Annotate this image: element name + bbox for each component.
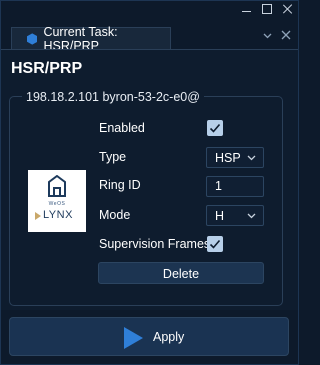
checkmark-icon (209, 239, 221, 249)
supervision-frames-label: Supervision Frames (99, 237, 211, 251)
checkmark-icon (209, 123, 221, 133)
close-window-icon[interactable] (283, 4, 293, 14)
logo-lynx-text: LYNX (43, 209, 73, 221)
play-icon (124, 327, 143, 349)
weos-lynx-logo: WeOS LYNX (28, 170, 86, 232)
ring-id-label: Ring ID (99, 178, 141, 192)
mode-label: Mode (99, 208, 131, 222)
minimize-icon[interactable] (242, 10, 251, 12)
mode-value: H (215, 208, 225, 223)
tab-controls (263, 30, 291, 40)
page-title: HSR/PRP (11, 60, 83, 77)
apply-label: Apply (153, 330, 185, 344)
chevron-down-icon[interactable] (263, 31, 272, 40)
close-tab-icon[interactable] (281, 30, 291, 40)
enabled-checkbox[interactable] (207, 120, 223, 136)
lynx-arrow-icon (35, 212, 41, 220)
type-select[interactable]: HSP (206, 147, 264, 168)
enabled-label: Enabled (99, 121, 145, 135)
apply-button[interactable]: Apply (9, 317, 289, 356)
delete-button[interactable]: Delete (98, 262, 264, 284)
type-value: HSP (215, 150, 241, 165)
supervision-frames-checkbox[interactable] (207, 236, 223, 252)
chevron-down-icon (247, 155, 256, 161)
window-controls (242, 4, 293, 14)
hexagon-icon (27, 32, 38, 45)
chevron-down-icon (247, 213, 256, 219)
type-label: Type (99, 150, 127, 164)
mode-select[interactable]: H (206, 205, 264, 226)
house-logo-icon (48, 175, 66, 197)
device-label: 198.18.2.101 byron-53-2c-e0@ (22, 90, 204, 104)
tab-current-task[interactable]: Current Task: HSR/PRP (11, 25, 171, 53)
ring-id-input[interactable]: 1 (206, 176, 264, 197)
maximize-icon[interactable] (262, 4, 272, 14)
logo-weos-text: WeOS (48, 201, 66, 207)
